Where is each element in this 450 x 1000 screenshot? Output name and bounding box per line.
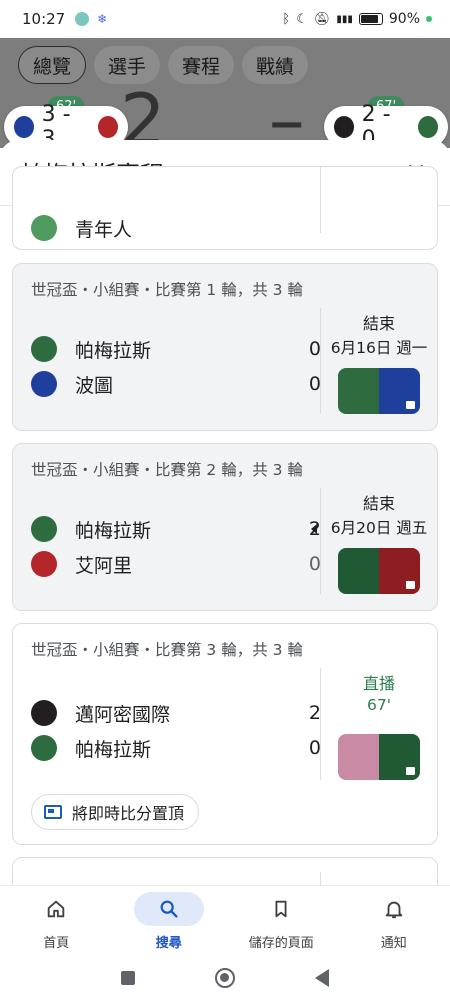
live-minute: 67' [367,696,391,714]
team-row: 艾阿里 0 [31,549,321,579]
match-card-partial[interactable]: 青年人 [12,166,438,250]
nav-home[interactable]: 首頁 [0,886,113,955]
team-row: 帕梅拉斯 0 [31,733,321,763]
status-time: 10:27 [22,10,66,28]
privacy-dot [426,16,432,22]
battery-icon [358,13,383,25]
ahly-logo-icon [98,116,119,138]
pip-icon [44,805,62,819]
home-icon [21,892,91,926]
recents-button[interactable] [121,970,135,985]
nav-search[interactable]: 搜尋 [113,886,226,955]
match-status: 結束 [362,494,395,513]
inter-miami-logo-icon [334,116,354,138]
nav-notifications[interactable]: 通知 [338,886,450,955]
nav-saved-label: 儲存的頁面 [248,936,314,951]
video-icon [406,767,415,775]
schedule-sheet: 帕梅拉斯賽程 × 青年人 世冠盃・小組賽・比賽第 1 輪，共 3 輪 帕梅拉斯 … [0,140,450,885]
porto-logo-icon [31,371,57,397]
nav-home-label: 首頁 [43,936,70,951]
search-icon [133,892,204,926]
card-divider [320,872,321,885]
bookmark-icon [246,892,316,926]
winner-arrow-icon [311,524,317,534]
nav-search-label: 搜尋 [155,936,182,951]
back-button[interactable] [315,968,329,987]
team-name: 邁阿密國際 [75,703,171,726]
porto-logo-icon [14,116,34,138]
team-row: 帕梅拉斯 0 [31,334,321,364]
team-name: 艾阿里 [75,554,133,577]
match-date: 6月16日 週一 [330,339,428,357]
match-date: 6月20日 週五 [330,519,428,537]
team-row: 青年人 [31,213,321,243]
palmeiras-logo-icon [418,116,439,138]
bottom-navigation: 首頁 搜尋 儲存的頁面 通知 [0,885,450,955]
match-status: 結束 [362,314,395,333]
moon-icon: ☾ [296,11,308,27]
system-navigation [0,955,450,1000]
nav-saved-pages[interactable]: 儲存的頁面 [225,886,338,955]
match-card-next[interactable] [12,857,438,885]
status-icons: ᛒ ☾ 🔕︎ ▮▮▮ 90% [282,11,432,27]
status-bar: 10:27 ❄ ᛒ ☾ 🔕︎ ▮▮▮ 90% [0,0,450,38]
highlight-video-thumbnail[interactable] [338,548,420,594]
pin-label: 將即時比分置頂 [72,804,185,823]
palmeiras-logo-icon [31,735,57,761]
team-name: 帕梅拉斯 [75,738,152,761]
match-header: 世冠盃・小組賽・比賽第 2 輪，共 3 輪 [31,461,303,479]
pin-live-score-button[interactable]: 將即時比分置頂 [31,794,200,830]
bell-icon [359,892,429,926]
ahly-logo-icon [31,551,57,577]
card-divider [320,167,321,233]
app-notification-icon [75,12,90,26]
video-icon [406,581,415,589]
highlight-video-thumbnail[interactable] [338,368,420,414]
palmeiras-logo-icon [31,336,57,362]
match-header: 世冠盃・小組賽・比賽第 3 輪，共 3 輪 [31,641,303,659]
match-status-live: 直播 [362,674,395,693]
team-name: 青年人 [75,218,133,241]
home-button[interactable] [215,967,235,988]
match-card-live[interactable]: 世冠盃・小組賽・比賽第 3 輪，共 3 輪 邁阿密國際 2 帕梅拉斯 0 直播 … [12,623,438,845]
tab-overview: 總覽 [18,46,87,84]
team-row: 邁阿密國際 2 [31,698,321,728]
palmeiras-logo-icon [338,548,379,594]
palmeiras-logo-icon [338,368,379,414]
battery-percent: 90% [388,11,420,27]
team-row: 波圖 0 [31,369,321,399]
team-name: 帕梅拉斯 [75,519,152,542]
team-logo-icon [31,215,57,241]
live-video-thumbnail[interactable] [338,734,420,780]
team-name: 帕梅拉斯 [75,339,152,362]
match-header: 世冠盃・小組賽・比賽第 1 輪，共 3 輪 [31,281,303,299]
inter-miami-logo-icon [338,734,379,780]
snowflake-icon: ❄ [97,12,108,26]
match-card[interactable]: 世冠盃・小組賽・比賽第 2 輪，共 3 輪 帕梅拉斯 2 艾阿里 0 結束 6月… [12,443,438,611]
team-row: 帕梅拉斯 2 [31,514,321,544]
team-name: 波圖 [75,374,114,397]
bluetooth-icon: ᛒ [282,11,291,27]
signal-icon: ▮▮▮ [336,13,353,25]
match-card[interactable]: 世冠盃・小組賽・比賽第 1 輪，共 3 輪 帕梅拉斯 0 波圖 0 結束 6月1… [12,263,438,431]
palmeiras-logo-icon [31,516,57,542]
video-icon [406,401,415,409]
mute-icon: 🔕︎ [313,11,331,27]
inter-miami-logo-icon [31,700,57,726]
nav-notifications-label: 通知 [380,936,407,951]
